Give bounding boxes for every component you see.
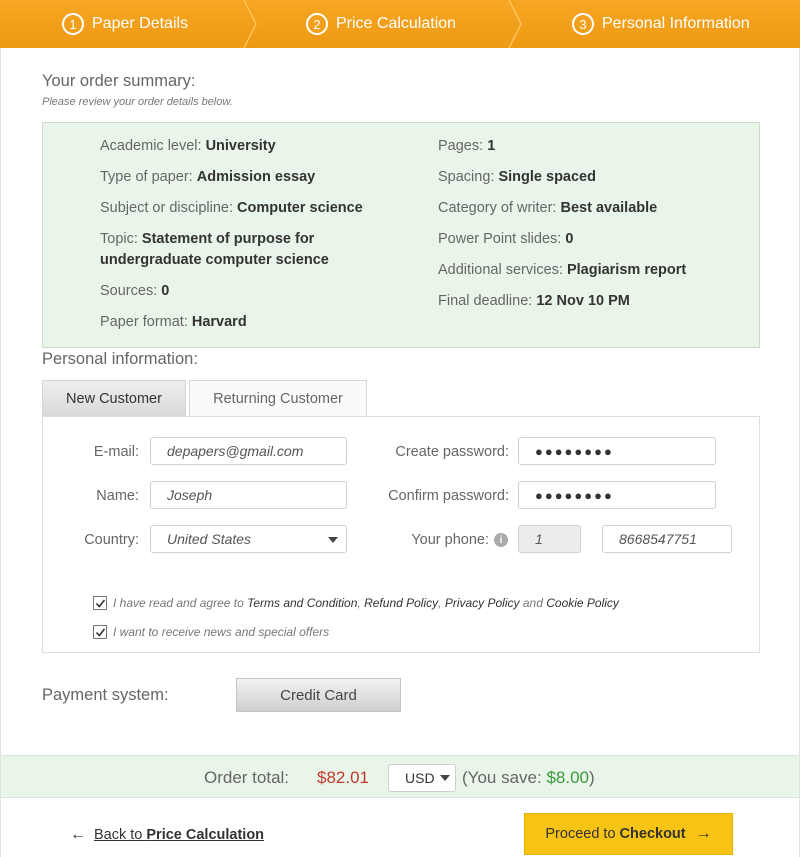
personal-info-form: E-mail: depapers@gmail.com Name: Joseph … <box>42 416 760 653</box>
arrow-right-icon: → <box>695 825 712 842</box>
country-value: United States <box>167 531 252 547</box>
name-field[interactable]: Joseph <box>150 481 347 509</box>
agree-row: I have read and agree to Terms and Condi… <box>93 596 619 610</box>
summary-subject: Subject or discipline: Computer science <box>100 200 363 216</box>
currency-value: USD <box>405 770 435 786</box>
order-total-label: Order total: <box>204 768 290 787</box>
summary-additional-services: Additional services: Plagiarism report <box>438 262 687 278</box>
summary-spacing: Spacing: Single spaced <box>438 169 596 185</box>
email-field[interactable]: depapers@gmail.com <box>150 437 347 465</box>
check-icon <box>95 628 105 637</box>
personal-info-title: Personal information: <box>42 350 198 368</box>
step-number: 3 <box>572 13 594 35</box>
create-password-label: Create password: <box>395 444 509 460</box>
back-link-text: Back to Price Calculation <box>94 827 265 843</box>
payment-system-label: Payment system: <box>42 686 169 704</box>
phone-number-field[interactable]: 8668547751 <box>602 525 732 553</box>
name-label: Name: <box>96 488 139 504</box>
agree-checkbox[interactable] <box>93 596 107 610</box>
agree-and: and <box>522 596 543 610</box>
summary-topic: Topic: Statement of purpose for undergra… <box>100 231 329 268</box>
step-number: 2 <box>306 13 328 35</box>
step-paper-details[interactable]: 1 Paper Details <box>0 0 257 48</box>
agree-prefix: I have read and agree to <box>113 596 244 610</box>
phone-label: Your phone: <box>411 532 489 548</box>
savings-amount: $8.00 <box>546 768 589 787</box>
confirm-password-label: Confirm password: <box>388 488 509 504</box>
agree-sep: , <box>357 596 361 610</box>
summary-note: Please review your order details below. <box>42 96 233 108</box>
news-row: I want to receive news and special offer… <box>93 625 329 639</box>
confirm-password-field[interactable]: ●●●●●●●● <box>518 481 716 509</box>
step-number: 1 <box>62 13 84 35</box>
privacy-policy-link[interactable]: Privacy Policy <box>445 596 520 610</box>
order-total-bar: Order total: $82.01 USD (You save: $8.00… <box>1 755 799 798</box>
cookie-policy-link[interactable]: Cookie Policy <box>546 596 619 610</box>
step-personal-information[interactable]: 3 Personal Information <box>520 0 800 48</box>
tab-returning-customer[interactable]: Returning Customer <box>189 380 367 417</box>
refund-policy-link[interactable]: Refund Policy <box>364 596 438 610</box>
create-password-field[interactable]: ●●●●●●●● <box>518 437 716 465</box>
summary-title: Your order summary: <box>42 72 196 90</box>
summary-sources: Sources: 0 <box>100 283 170 299</box>
step-label: Price Calculation <box>336 15 457 32</box>
summary-left-column: Academic level: University Type of paper… <box>100 136 400 343</box>
news-label: I want to receive news and special offer… <box>113 625 330 639</box>
news-checkbox[interactable] <box>93 625 107 639</box>
chevron-down-icon <box>440 775 450 781</box>
country-select[interactable]: United States <box>150 525 347 553</box>
summary-writer-category: Category of writer: Best available <box>438 200 658 216</box>
summary-academic-level: Academic level: University <box>100 138 276 154</box>
email-label: E-mail: <box>93 444 139 460</box>
step-price-calculation[interactable]: 2 Price Calculation <box>255 0 522 48</box>
summary-slides: Power Point slides: 0 <box>438 231 574 247</box>
step-label: Paper Details <box>92 15 189 32</box>
check-icon <box>95 599 105 608</box>
checkout-button-text: Proceed to Checkout <box>545 826 686 842</box>
info-icon[interactable]: i <box>494 533 508 547</box>
summary-pages: Pages: 1 <box>438 138 496 154</box>
currency-select[interactable]: USD <box>388 764 456 792</box>
summary-type-of-paper: Type of paper: Admission essay <box>100 169 316 185</box>
tab-new-customer[interactable]: New Customer <box>42 380 186 417</box>
summary-paper-format: Paper format: Harvard <box>100 314 247 330</box>
step-label: Personal Information <box>602 15 750 32</box>
arrow-left-icon: ← <box>70 826 86 843</box>
proceed-to-checkout-button[interactable]: Proceed to Checkout → <box>524 813 733 855</box>
credit-card-button[interactable]: Credit Card <box>236 678 401 712</box>
order-summary-box: Academic level: University Type of paper… <box>42 122 760 348</box>
summary-right-column: Pages: 1 Spacing: Single spaced Category… <box>438 136 758 322</box>
steps-bar: 1 Paper Details 2 Price Calculation 3 Pe… <box>0 0 800 48</box>
back-to-price-calculation-link[interactable]: ← Back to Price Calculation <box>70 826 264 844</box>
customer-tabs: New Customer Returning Customer <box>42 380 367 417</box>
country-label: Country: <box>84 532 139 548</box>
order-total-amount: $82.01 <box>317 768 369 787</box>
phone-code-field[interactable]: 1 <box>518 525 581 553</box>
terms-link[interactable]: Terms and Condition <box>247 596 357 610</box>
savings-text: (You save: $8.00) <box>462 768 595 787</box>
summary-final-deadline: Final deadline: 12 Nov 10 PM <box>438 293 630 309</box>
chevron-down-icon <box>328 537 338 543</box>
agree-sep: , <box>438 596 442 610</box>
